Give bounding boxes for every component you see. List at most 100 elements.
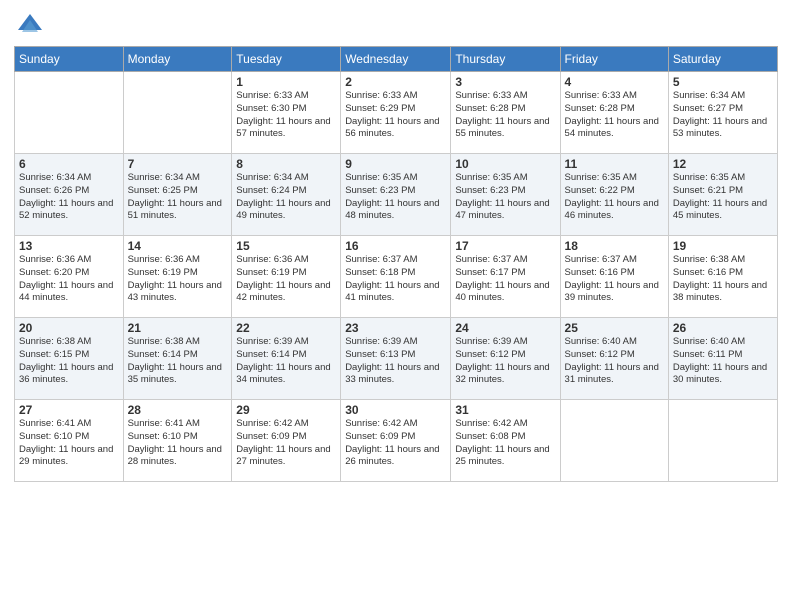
calendar-cell: 11Sunrise: 6:35 AM Sunset: 6:22 PM Dayli… bbox=[560, 154, 668, 236]
day-info: Sunrise: 6:39 AM Sunset: 6:13 PM Dayligh… bbox=[345, 336, 446, 387]
calendar-cell: 15Sunrise: 6:36 AM Sunset: 6:19 PM Dayli… bbox=[232, 236, 341, 318]
day-info: Sunrise: 6:38 AM Sunset: 6:15 PM Dayligh… bbox=[19, 336, 119, 387]
calendar-cell: 16Sunrise: 6:37 AM Sunset: 6:18 PM Dayli… bbox=[341, 236, 451, 318]
day-number: 5 bbox=[673, 75, 773, 89]
calendar-cell: 29Sunrise: 6:42 AM Sunset: 6:09 PM Dayli… bbox=[232, 400, 341, 482]
calendar-cell: 3Sunrise: 6:33 AM Sunset: 6:28 PM Daylig… bbox=[451, 72, 560, 154]
calendar-cell bbox=[560, 400, 668, 482]
day-number: 14 bbox=[128, 239, 228, 253]
calendar-header-thursday: Thursday bbox=[451, 47, 560, 72]
day-info: Sunrise: 6:41 AM Sunset: 6:10 PM Dayligh… bbox=[128, 418, 228, 469]
day-info: Sunrise: 6:33 AM Sunset: 6:30 PM Dayligh… bbox=[236, 90, 336, 141]
day-number: 10 bbox=[455, 157, 555, 171]
calendar-header-tuesday: Tuesday bbox=[232, 47, 341, 72]
calendar-cell bbox=[15, 72, 124, 154]
calendar-cell: 1Sunrise: 6:33 AM Sunset: 6:30 PM Daylig… bbox=[232, 72, 341, 154]
calendar-header-monday: Monday bbox=[123, 47, 232, 72]
calendar-table: SundayMondayTuesdayWednesdayThursdayFrid… bbox=[14, 46, 778, 482]
day-info: Sunrise: 6:34 AM Sunset: 6:24 PM Dayligh… bbox=[236, 172, 336, 223]
day-number: 20 bbox=[19, 321, 119, 335]
day-number: 30 bbox=[345, 403, 446, 417]
calendar-cell: 13Sunrise: 6:36 AM Sunset: 6:20 PM Dayli… bbox=[15, 236, 124, 318]
day-number: 23 bbox=[345, 321, 446, 335]
calendar-week-row: 13Sunrise: 6:36 AM Sunset: 6:20 PM Dayli… bbox=[15, 236, 778, 318]
calendar-body: 1Sunrise: 6:33 AM Sunset: 6:30 PM Daylig… bbox=[15, 72, 778, 482]
calendar-cell: 6Sunrise: 6:34 AM Sunset: 6:26 PM Daylig… bbox=[15, 154, 124, 236]
day-number: 19 bbox=[673, 239, 773, 253]
day-info: Sunrise: 6:37 AM Sunset: 6:17 PM Dayligh… bbox=[455, 254, 555, 305]
day-number: 31 bbox=[455, 403, 555, 417]
calendar-cell: 4Sunrise: 6:33 AM Sunset: 6:28 PM Daylig… bbox=[560, 72, 668, 154]
calendar-cell: 23Sunrise: 6:39 AM Sunset: 6:13 PM Dayli… bbox=[341, 318, 451, 400]
day-number: 13 bbox=[19, 239, 119, 253]
day-info: Sunrise: 6:36 AM Sunset: 6:20 PM Dayligh… bbox=[19, 254, 119, 305]
calendar-cell: 14Sunrise: 6:36 AM Sunset: 6:19 PM Dayli… bbox=[123, 236, 232, 318]
day-number: 8 bbox=[236, 157, 336, 171]
calendar-cell: 5Sunrise: 6:34 AM Sunset: 6:27 PM Daylig… bbox=[668, 72, 777, 154]
day-info: Sunrise: 6:33 AM Sunset: 6:28 PM Dayligh… bbox=[455, 90, 555, 141]
day-number: 25 bbox=[565, 321, 664, 335]
calendar-cell: 20Sunrise: 6:38 AM Sunset: 6:15 PM Dayli… bbox=[15, 318, 124, 400]
calendar-cell: 17Sunrise: 6:37 AM Sunset: 6:17 PM Dayli… bbox=[451, 236, 560, 318]
day-number: 9 bbox=[345, 157, 446, 171]
day-info: Sunrise: 6:41 AM Sunset: 6:10 PM Dayligh… bbox=[19, 418, 119, 469]
calendar-header-wednesday: Wednesday bbox=[341, 47, 451, 72]
day-number: 26 bbox=[673, 321, 773, 335]
calendar-cell: 31Sunrise: 6:42 AM Sunset: 6:08 PM Dayli… bbox=[451, 400, 560, 482]
day-info: Sunrise: 6:42 AM Sunset: 6:09 PM Dayligh… bbox=[345, 418, 446, 469]
calendar-header-row: SundayMondayTuesdayWednesdayThursdayFrid… bbox=[15, 47, 778, 72]
day-number: 18 bbox=[565, 239, 664, 253]
calendar-cell: 19Sunrise: 6:38 AM Sunset: 6:16 PM Dayli… bbox=[668, 236, 777, 318]
calendar-header-friday: Friday bbox=[560, 47, 668, 72]
day-number: 24 bbox=[455, 321, 555, 335]
calendar-cell: 7Sunrise: 6:34 AM Sunset: 6:25 PM Daylig… bbox=[123, 154, 232, 236]
day-info: Sunrise: 6:39 AM Sunset: 6:12 PM Dayligh… bbox=[455, 336, 555, 387]
day-info: Sunrise: 6:35 AM Sunset: 6:21 PM Dayligh… bbox=[673, 172, 773, 223]
day-number: 6 bbox=[19, 157, 119, 171]
day-info: Sunrise: 6:38 AM Sunset: 6:14 PM Dayligh… bbox=[128, 336, 228, 387]
calendar-cell: 28Sunrise: 6:41 AM Sunset: 6:10 PM Dayli… bbox=[123, 400, 232, 482]
day-number: 12 bbox=[673, 157, 773, 171]
day-number: 27 bbox=[19, 403, 119, 417]
day-info: Sunrise: 6:34 AM Sunset: 6:26 PM Dayligh… bbox=[19, 172, 119, 223]
day-number: 1 bbox=[236, 75, 336, 89]
day-number: 16 bbox=[345, 239, 446, 253]
day-number: 22 bbox=[236, 321, 336, 335]
day-number: 15 bbox=[236, 239, 336, 253]
calendar-cell: 8Sunrise: 6:34 AM Sunset: 6:24 PM Daylig… bbox=[232, 154, 341, 236]
day-info: Sunrise: 6:35 AM Sunset: 6:22 PM Dayligh… bbox=[565, 172, 664, 223]
day-info: Sunrise: 6:34 AM Sunset: 6:25 PM Dayligh… bbox=[128, 172, 228, 223]
calendar-header-saturday: Saturday bbox=[668, 47, 777, 72]
calendar-cell: 10Sunrise: 6:35 AM Sunset: 6:23 PM Dayli… bbox=[451, 154, 560, 236]
day-number: 29 bbox=[236, 403, 336, 417]
calendar-cell: 18Sunrise: 6:37 AM Sunset: 6:16 PM Dayli… bbox=[560, 236, 668, 318]
day-number: 11 bbox=[565, 157, 664, 171]
calendar-cell: 2Sunrise: 6:33 AM Sunset: 6:29 PM Daylig… bbox=[341, 72, 451, 154]
calendar-cell: 30Sunrise: 6:42 AM Sunset: 6:09 PM Dayli… bbox=[341, 400, 451, 482]
day-number: 2 bbox=[345, 75, 446, 89]
day-info: Sunrise: 6:35 AM Sunset: 6:23 PM Dayligh… bbox=[345, 172, 446, 223]
calendar-cell bbox=[668, 400, 777, 482]
calendar-week-row: 20Sunrise: 6:38 AM Sunset: 6:15 PM Dayli… bbox=[15, 318, 778, 400]
calendar-header-sunday: Sunday bbox=[15, 47, 124, 72]
day-info: Sunrise: 6:36 AM Sunset: 6:19 PM Dayligh… bbox=[236, 254, 336, 305]
logo-icon bbox=[16, 10, 44, 38]
calendar-cell: 25Sunrise: 6:40 AM Sunset: 6:12 PM Dayli… bbox=[560, 318, 668, 400]
calendar-cell: 12Sunrise: 6:35 AM Sunset: 6:21 PM Dayli… bbox=[668, 154, 777, 236]
day-number: 4 bbox=[565, 75, 664, 89]
calendar-cell: 22Sunrise: 6:39 AM Sunset: 6:14 PM Dayli… bbox=[232, 318, 341, 400]
calendar-week-row: 27Sunrise: 6:41 AM Sunset: 6:10 PM Dayli… bbox=[15, 400, 778, 482]
day-info: Sunrise: 6:38 AM Sunset: 6:16 PM Dayligh… bbox=[673, 254, 773, 305]
day-number: 7 bbox=[128, 157, 228, 171]
day-info: Sunrise: 6:33 AM Sunset: 6:28 PM Dayligh… bbox=[565, 90, 664, 141]
calendar-cell: 21Sunrise: 6:38 AM Sunset: 6:14 PM Dayli… bbox=[123, 318, 232, 400]
calendar-page: SundayMondayTuesdayWednesdayThursdayFrid… bbox=[0, 0, 792, 612]
day-info: Sunrise: 6:42 AM Sunset: 6:08 PM Dayligh… bbox=[455, 418, 555, 469]
day-info: Sunrise: 6:36 AM Sunset: 6:19 PM Dayligh… bbox=[128, 254, 228, 305]
calendar-week-row: 6Sunrise: 6:34 AM Sunset: 6:26 PM Daylig… bbox=[15, 154, 778, 236]
calendar-cell bbox=[123, 72, 232, 154]
header bbox=[14, 10, 778, 38]
logo bbox=[14, 10, 44, 38]
day-info: Sunrise: 6:39 AM Sunset: 6:14 PM Dayligh… bbox=[236, 336, 336, 387]
day-number: 28 bbox=[128, 403, 228, 417]
